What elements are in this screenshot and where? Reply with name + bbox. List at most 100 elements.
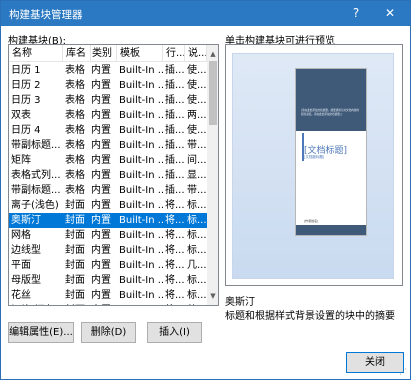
cell-behavior: 将... [165,245,185,256]
cell-description: 标... [187,230,207,241]
cell-description: 使... [187,303,207,305]
list-item[interactable]: 带副标题... 表格 内置 Built-In ... 插... 带... [9,183,207,198]
cell-gallery: 封面 [65,275,85,286]
cell-gallery: 封面 [65,290,85,301]
scroll-thumb[interactable] [209,61,217,125]
delete-button[interactable]: 删除(D) [81,322,136,343]
cell-gallery: 表格 [65,125,85,136]
edit-properties-button[interactable]: 编辑属性(E)... [8,322,74,343]
list-item[interactable]: 平面 封面 内置 Built-In ... 将... 几... [9,258,207,273]
list-item[interactable]: 边线型 封面 内置 Built-In ... 将... 标... [9,243,207,258]
cell-category: 内置 [91,260,111,271]
cell-behavior: 将... [165,200,185,211]
cell-name: 花丝 [11,290,31,301]
resize-grip-icon[interactable]: ⋰ [399,367,407,376]
cover-header-block: [请在此处添加文档摘要。摘要通常为对文档内容的简短总结。请在此处添加文档摘要。] [296,69,366,131]
cell-behavior: 将... [165,260,185,271]
list-item[interactable]: 带副标题... 表格 内置 Built-In ... 插... 带... [9,138,207,153]
cell-gallery: 表格 [65,95,85,106]
list-scrollbar[interactable]: ▲ ▼ [207,45,218,305]
cell-name: 表格式列... [11,170,61,181]
cell-behavior: 将... [165,290,185,301]
cell-category: 内置 [91,290,111,301]
cell-name: 离子(浅色) [11,200,59,211]
cell-behavior: 插... [165,125,185,136]
cell-category: 内置 [91,185,111,196]
list-item[interactable]: 奥斯汀 封面 内置 Built-In ... 将... 标... [9,213,207,228]
column-header-description[interactable]: 说... [187,45,207,62]
cell-category: 内置 [91,230,111,241]
column-header-gallery[interactable]: 库名 [65,45,91,62]
cell-behavior: 插... [165,80,185,91]
close-icon[interactable]: ✕ [375,1,405,26]
cell-category: 内置 [91,80,111,91]
cell-behavior: 将... [165,215,185,226]
cell-description: 标... [187,290,207,301]
cell-template: Built-In ... [119,155,163,166]
cell-description: 使... [187,80,207,91]
cell-behavior: 插... [165,65,185,76]
cell-behavior: 插... [165,95,185,106]
cell-template: Built-In ... [119,245,163,256]
list-item[interactable]: 母版型 封面 内置 Built-In ... 将... 标... [9,273,207,288]
list-item[interactable]: 日历 1 表格 内置 Built-In ... 插... 使... [9,63,207,78]
column-header-template[interactable]: 模板 [119,45,163,62]
cell-category: 内置 [91,125,111,136]
cover-page-thumbnail: [请在此处添加文档摘要。摘要通常为对文档内容的简短总结。请在此处添加文档摘要。]… [295,68,367,236]
column-header-name[interactable]: 名称 [11,45,63,62]
cell-template: Built-In ... [119,303,163,305]
cell-description: 标... [187,215,207,226]
cell-template: Built-In ... [119,290,163,301]
list-item[interactable]: 表格式列... 表格 内置 Built-In ... 插... 显... [9,168,207,183]
cell-template: Built-In ... [119,275,163,286]
cell-template: Built-In ... [119,80,163,91]
list-item[interactable]: 日历 4 表格 内置 Built-In ... 插... 使... [9,123,207,138]
cell-category: 内置 [91,65,111,76]
cell-gallery: 封面 [65,215,85,226]
help-icon[interactable]: ? [341,1,371,26]
cell-behavior: 插... [165,140,185,151]
list-item[interactable]: 日历 2 表格 内置 Built-In ... 插... 使... [9,78,207,93]
cell-gallery: 表格 [65,155,85,166]
selected-block-description: 标题和根据样式背景设置的块中的摘要 [225,311,395,322]
cell-template: Built-In ... [119,110,163,121]
scroll-down-icon[interactable]: ▼ [207,289,218,303]
cell-gallery: 表格 [65,110,85,121]
column-header-category[interactable]: 类别 [91,45,117,62]
building-blocks-list[interactable]: 名称 库名 类别 模板 行... 说... 日历 1 表格 内置 Built-In .… [8,44,219,306]
cell-behavior: 插... [165,155,185,166]
cell-template: Built-In ... [119,95,163,106]
cell-category: 内置 [91,170,111,181]
cell-description: 显... [187,170,207,181]
cell-gallery: 封面 [65,303,91,305]
cell-behavior: 将... [165,303,185,305]
cell-category: 内置 [91,95,111,106]
cell-description: 使... [187,65,207,76]
list-item[interactable]: 网格 封面 内置 Built-In ... 将... 标... [9,228,207,243]
cell-name: 日历 3 [11,95,41,106]
cell-gallery: 表格 [65,185,85,196]
cell-description: 标... [187,245,207,256]
list-item[interactable]: 花丝 封面 内置 Built-In ... 将... 标... [9,288,207,303]
cell-template: Built-In ... [119,215,163,226]
close-button[interactable]: 关闭 [346,352,404,373]
cell-category: 内置 [91,215,111,226]
list-item[interactable]: 离子(浅色) 封面 内置 Built-In ... 将... 标... [9,198,207,213]
insert-button[interactable]: 插入(I) [147,322,202,343]
cell-category: 内置 [91,110,111,121]
list-item[interactable]: 日历 3 表格 内置 Built-In ... 插... 使... [9,93,207,108]
list-item[interactable]: 双表 表格 内置 Built-In ... 插... 两... [9,108,207,123]
cell-category: 内置 [91,275,111,286]
column-header-behavior[interactable]: 行... [165,45,185,62]
cell-gallery: 封面 [65,260,85,271]
cell-template: Built-In ... [119,230,163,241]
list-item[interactable]: 切片(深色)封面内置Built-In ...将...使... [9,303,207,305]
cell-description: 使... [187,95,207,106]
cell-category: 内置 [91,155,111,166]
cell-name: 双表 [11,110,31,121]
list-item[interactable]: 矩阵 表格 内置 Built-In ... 插... 间... [9,153,207,168]
scroll-up-icon[interactable]: ▲ [207,47,218,61]
cell-category: 内置 [91,140,111,151]
cell-gallery: 封面 [65,200,85,211]
cell-behavior: 将... [165,275,185,286]
